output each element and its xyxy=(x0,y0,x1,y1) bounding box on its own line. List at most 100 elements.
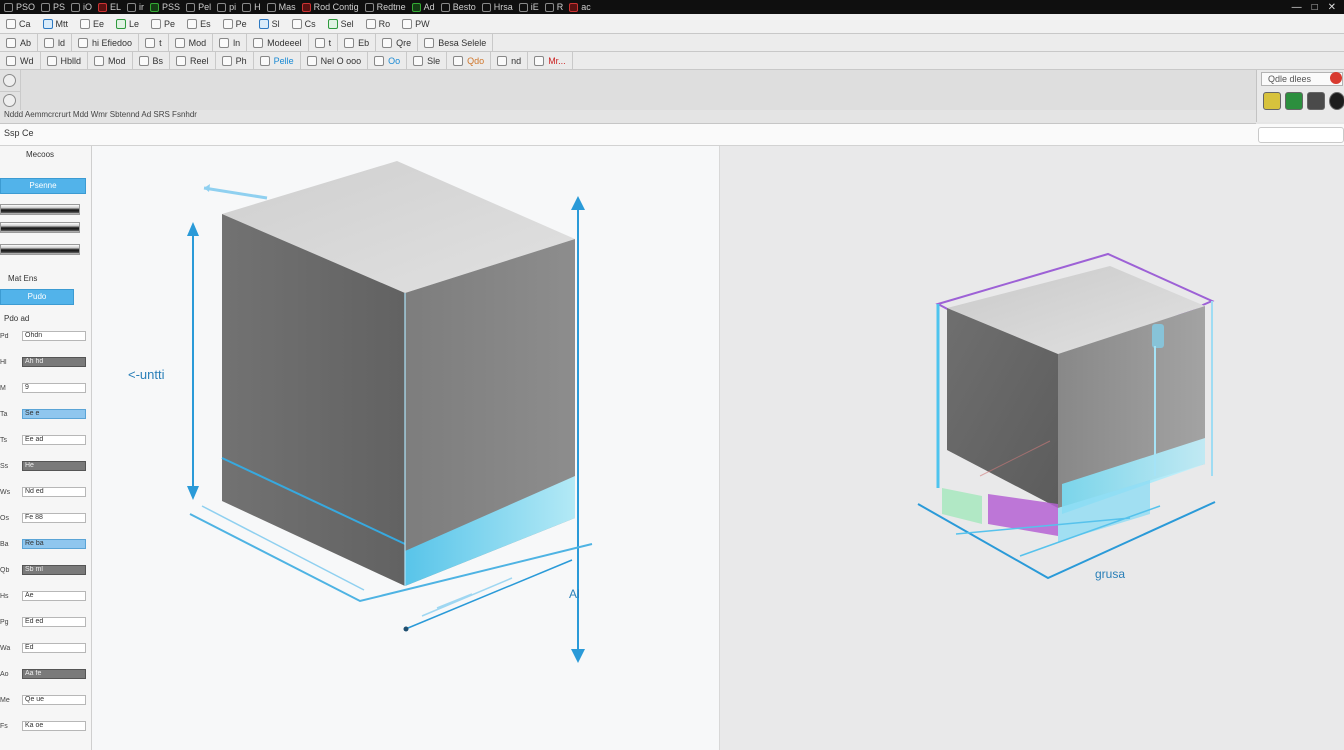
toolbar-cell[interactable]: Nel O ooo xyxy=(301,52,369,69)
property-row[interactable]: Hs Ae xyxy=(0,590,86,602)
search-input[interactable] xyxy=(1258,127,1344,143)
toolbar-button[interactable]: Pe xyxy=(222,18,247,29)
title-bar-item[interactable]: Mas xyxy=(266,2,296,12)
toolbar-cell[interactable]: Reel xyxy=(170,52,216,69)
property-row[interactable]: Ta Se e xyxy=(0,408,86,420)
title-bar-item[interactable]: ir xyxy=(127,2,144,12)
toolbar-cell[interactable]: Ab xyxy=(0,34,39,51)
material-swatch-2[interactable] xyxy=(0,222,80,233)
property-row[interactable]: Wa Ed xyxy=(0,642,86,654)
title-bar-item[interactable]: EL xyxy=(98,2,121,12)
property-field[interactable]: Sb ml xyxy=(22,565,86,575)
property-field[interactable]: He xyxy=(22,461,86,471)
toolbar-cell[interactable]: ln xyxy=(213,34,248,51)
title-bar-item[interactable]: iO xyxy=(71,2,92,12)
property-row[interactable]: Ba Re ba xyxy=(0,538,86,550)
title-bar-item[interactable]: ac xyxy=(569,2,591,12)
toolbar-button[interactable]: Mtt xyxy=(42,18,68,29)
property-row[interactable]: M9 xyxy=(0,382,86,394)
property-field[interactable]: Ae xyxy=(22,591,86,601)
ribbon-round-button[interactable] xyxy=(3,74,16,87)
title-bar-item[interactable]: Pel xyxy=(186,2,211,12)
toolbar-cell[interactable]: nd xyxy=(491,52,529,69)
property-field[interactable]: Nd ed xyxy=(22,487,86,497)
property-field[interactable]: Ed xyxy=(22,643,86,653)
toolbar-cell[interactable]: hi Efiedoo xyxy=(72,34,140,51)
toolbar-button[interactable]: Sl xyxy=(258,18,280,29)
property-row[interactable]: Ws Nd ed xyxy=(0,486,86,498)
material-swatch-3[interactable] xyxy=(0,244,80,255)
property-row[interactable]: Pd Ohdn xyxy=(0,330,86,342)
toolbar-cell[interactable]: Mr... xyxy=(528,52,573,69)
toolbar-cell[interactable]: Mod xyxy=(88,52,133,69)
title-bar-item[interactable]: Besto xyxy=(440,2,476,12)
toolbar-button[interactable]: PW xyxy=(402,18,430,29)
base-green-block[interactable] xyxy=(942,488,982,524)
toolbar-cell[interactable]: Mod xyxy=(169,34,214,51)
toolbar-button[interactable]: Ee xyxy=(80,18,104,29)
toolbar-cell[interactable]: Sle xyxy=(407,52,448,69)
toolbar-cell[interactable]: t xyxy=(139,34,169,51)
property-row[interactable]: Ts Ee ad xyxy=(0,434,86,446)
property-field[interactable]: Aa fe xyxy=(22,669,86,679)
toolbar-button[interactable]: Ca xyxy=(6,18,31,29)
viewport-right[interactable]: grusa xyxy=(719,146,1344,750)
toolbar-cell[interactable]: Oo xyxy=(368,52,408,69)
toolbar-cell[interactable]: Wd xyxy=(0,52,41,69)
layers-icon[interactable] xyxy=(1307,92,1325,110)
handle-marker[interactable] xyxy=(1152,324,1164,348)
toolbar-button[interactable]: Le xyxy=(116,18,139,29)
material-select[interactable]: Psenne xyxy=(0,178,86,194)
property-field[interactable]: Ee ad xyxy=(22,435,86,445)
toolbar-cell[interactable]: ld xyxy=(38,34,73,51)
property-row[interactable]: Qb Sb ml xyxy=(0,564,86,576)
toolbar-cell[interactable]: Qdo xyxy=(447,52,492,69)
title-bar-item[interactable]: pi xyxy=(217,2,236,12)
property-field[interactable]: Ah hd xyxy=(22,357,86,367)
toolbar-cell[interactable]: t xyxy=(309,34,339,51)
toolbar-cell[interactable]: Qre xyxy=(376,34,419,51)
title-bar-item[interactable]: PSS xyxy=(150,2,180,12)
toolbar-button[interactable]: Cs xyxy=(291,18,316,29)
toolbar-button[interactable]: Es xyxy=(187,18,211,29)
lock-icon[interactable] xyxy=(1263,92,1281,110)
property-field[interactable]: 9 xyxy=(22,383,86,393)
title-bar-item[interactable]: Hrsa xyxy=(481,2,513,12)
close-icon[interactable] xyxy=(1330,72,1342,84)
property-row[interactable]: Hl Ah hd xyxy=(0,356,86,368)
close-icon[interactable]: ✕ xyxy=(1328,2,1336,13)
property-field[interactable]: Se e xyxy=(22,409,86,419)
base-dimension-label[interactable]: grusa xyxy=(1095,567,1125,581)
minimize-icon[interactable]: — xyxy=(1292,2,1302,13)
property-row[interactable]: Fs Ka oe xyxy=(0,720,86,732)
title-bar-item[interactable]: R xyxy=(544,2,563,12)
property-field[interactable]: Qe ue xyxy=(22,695,86,705)
width-dimension-label[interactable]: <-untti xyxy=(128,367,165,382)
circle-icon[interactable] xyxy=(1329,92,1344,110)
toolbar-button[interactable]: Pe xyxy=(151,18,175,29)
maximize-icon[interactable]: □ xyxy=(1312,2,1318,13)
property-field[interactable]: Ka oe xyxy=(22,721,86,731)
title-bar-item[interactable]: PSO xyxy=(4,2,35,12)
toolbar-cell[interactable]: Pelle xyxy=(254,52,301,69)
ribbon-gear-icon[interactable] xyxy=(3,94,16,107)
title-bar-item[interactable]: PS xyxy=(41,2,65,12)
toolbar-cell[interactable]: Ph xyxy=(216,52,254,69)
property-row[interactable]: Me Qe ue xyxy=(0,694,86,706)
title-bar-item[interactable]: Redtne xyxy=(364,2,406,12)
base-vertex-point[interactable] xyxy=(403,626,409,632)
toolbar-cell[interactable]: Besa Selele xyxy=(418,34,494,51)
toolbar-button[interactable]: Ro xyxy=(365,18,390,29)
property-field[interactable]: Re ba xyxy=(22,539,86,549)
toolbar-cell[interactable]: Hblld xyxy=(41,52,89,69)
viewport-left[interactable]: <-untti Al xyxy=(92,146,719,750)
property-row[interactable]: Pg Ed ed xyxy=(0,616,86,628)
material-swatch-1[interactable] xyxy=(0,204,80,215)
title-bar-item[interactable]: H xyxy=(242,2,261,12)
property-row[interactable]: Ao Aa fe xyxy=(0,668,86,680)
lock-green-icon[interactable] xyxy=(1285,92,1303,110)
title-bar-item[interactable]: Rod Contig xyxy=(301,2,359,12)
apply-button[interactable]: Pudo xyxy=(0,289,74,305)
property-row[interactable]: Ss He xyxy=(0,460,86,472)
property-field[interactable]: Fe 88 xyxy=(22,513,86,523)
